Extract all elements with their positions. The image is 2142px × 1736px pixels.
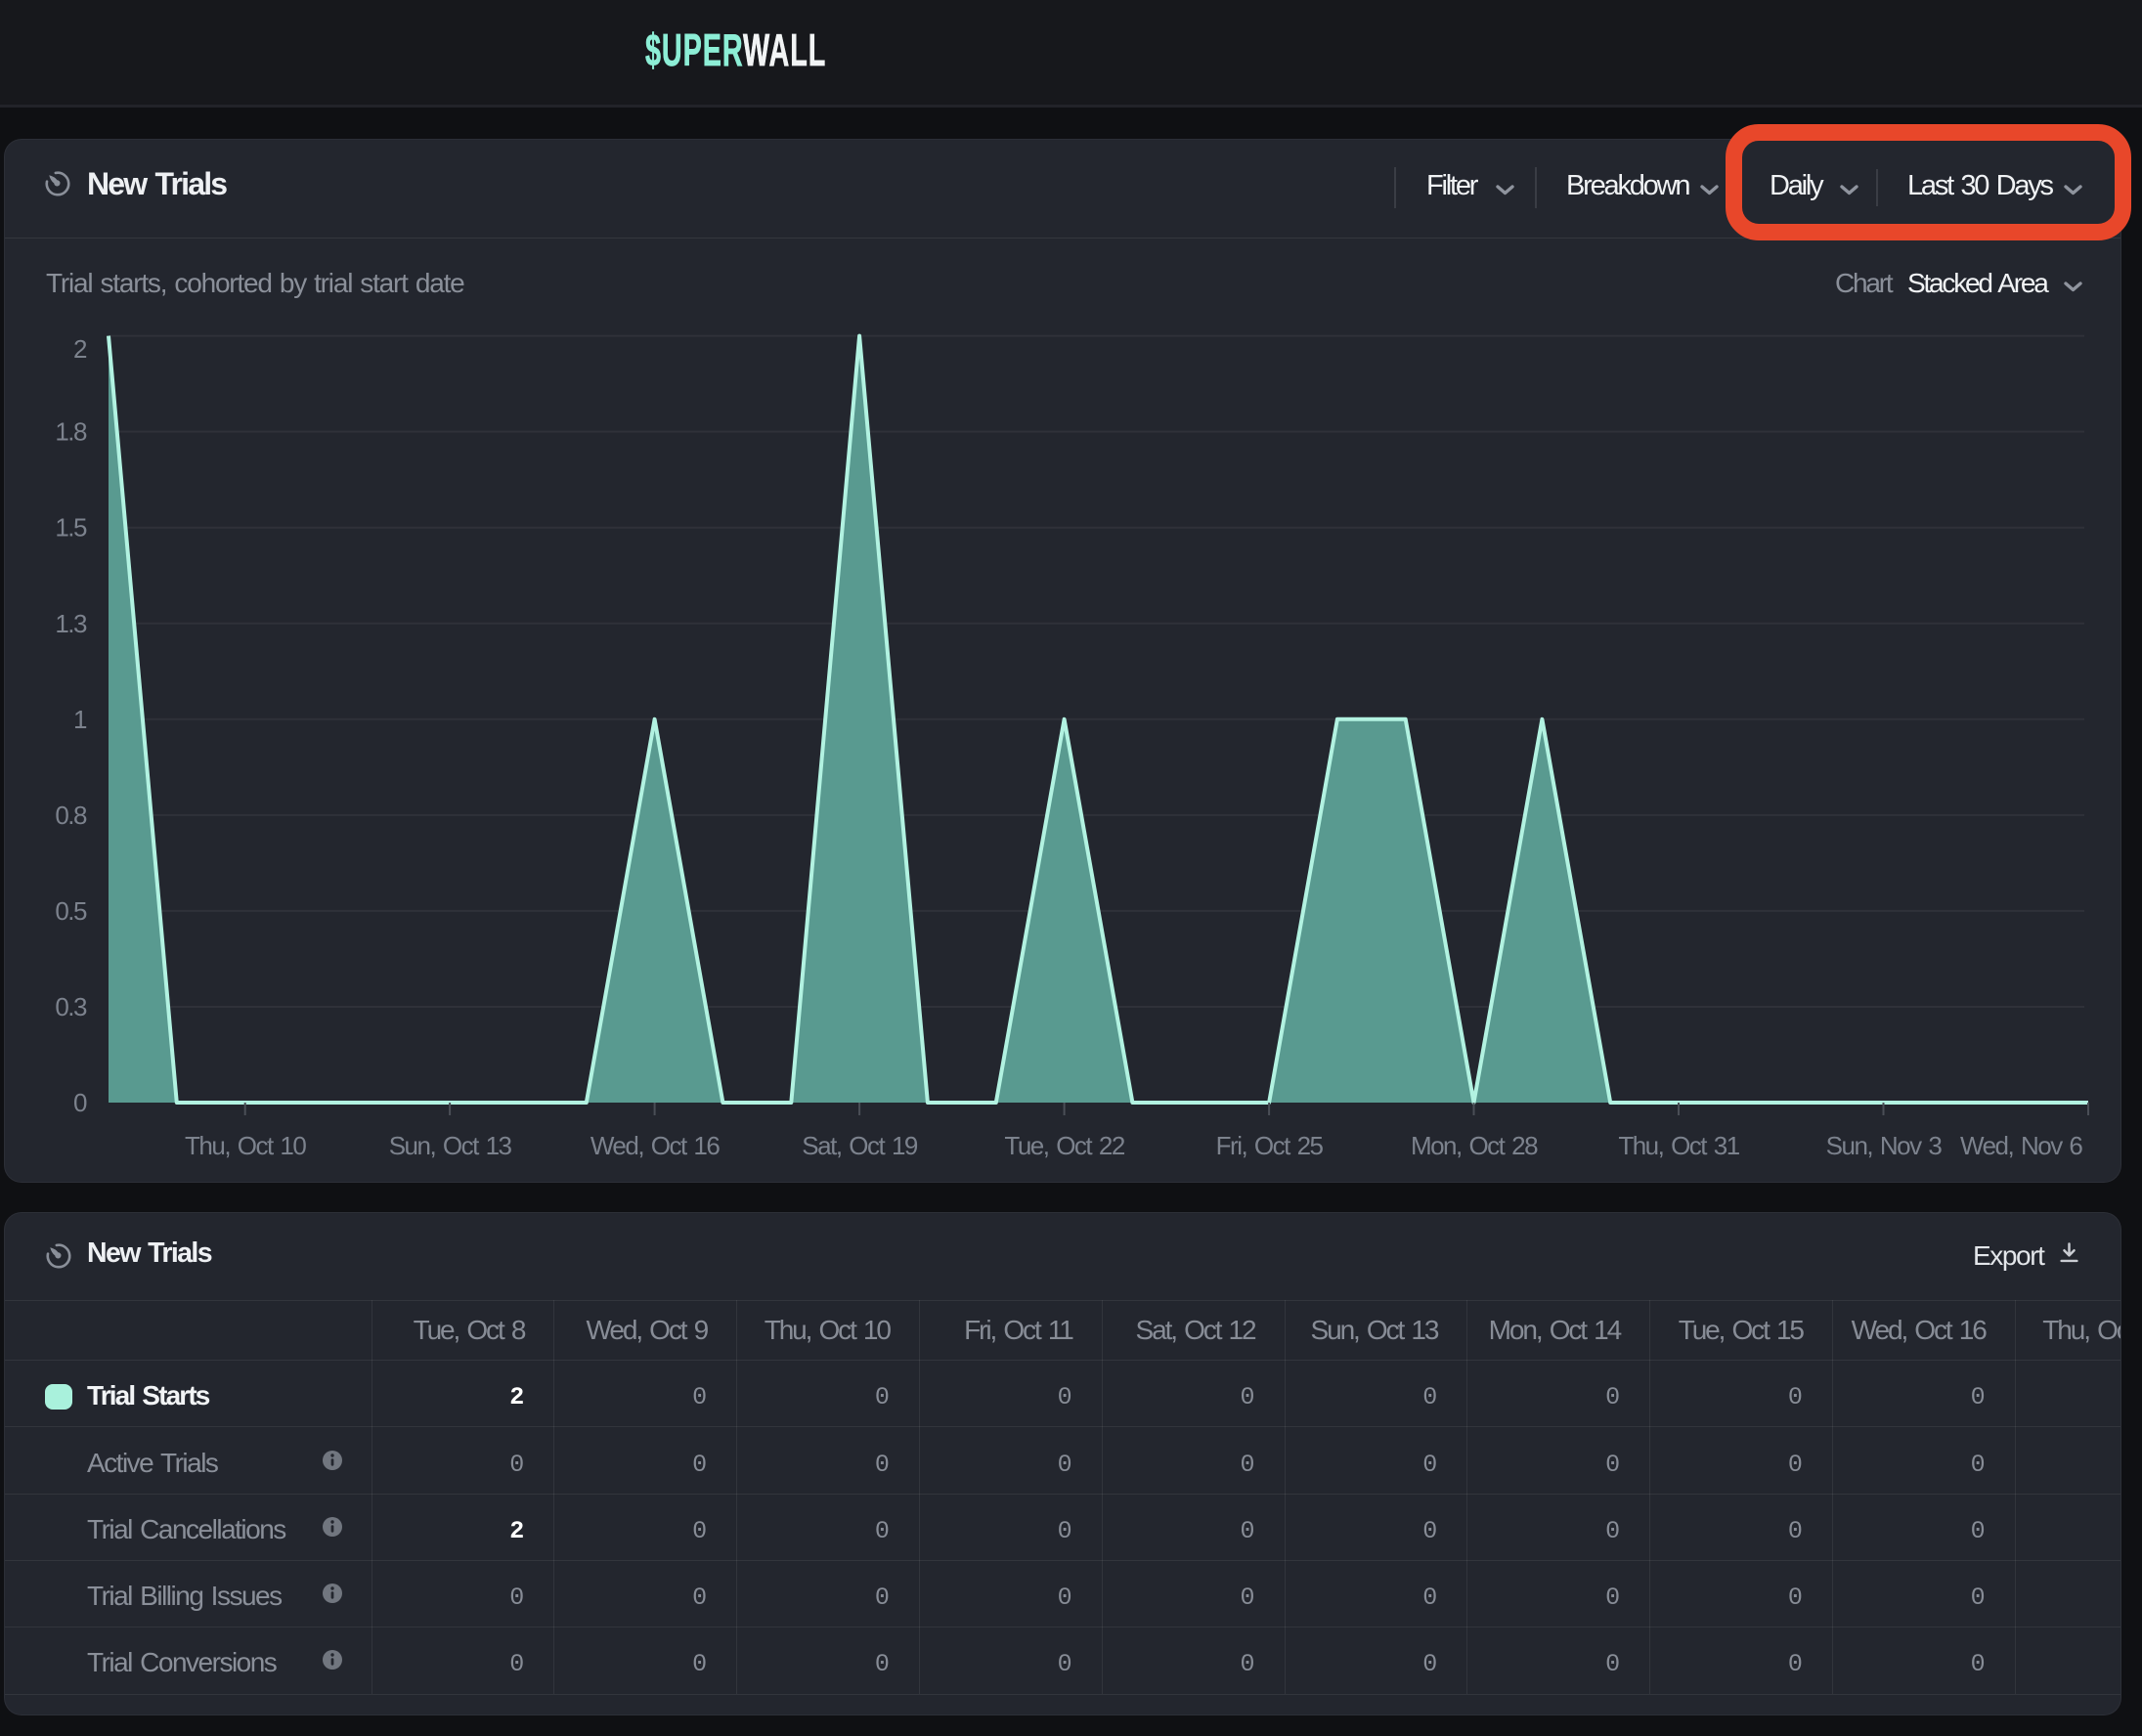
svg-text:2: 2	[73, 334, 87, 364]
svg-text:Sat, Oct 19: Sat, Oct 19	[802, 1131, 918, 1160]
svg-text:Sun, Oct 13: Sun, Oct 13	[389, 1131, 512, 1160]
svg-text:Wed, Oct 16: Wed, Oct 16	[590, 1131, 721, 1160]
svg-text:0.8: 0.8	[55, 801, 87, 830]
svg-text:Sun, Nov 3: Sun, Nov 3	[1826, 1131, 1943, 1160]
svg-text:1.5: 1.5	[55, 513, 87, 542]
svg-text:Mon, Oct 28: Mon, Oct 28	[1411, 1131, 1538, 1160]
svg-text:Tue, Oct 22: Tue, Oct 22	[1004, 1131, 1124, 1160]
svg-text:1.8: 1.8	[55, 417, 87, 447]
svg-text:Thu, Oct 31: Thu, Oct 31	[1618, 1131, 1739, 1160]
svg-text:0.5: 0.5	[55, 896, 87, 926]
svg-text:0.3: 0.3	[55, 992, 87, 1021]
svg-text:1.3: 1.3	[55, 609, 87, 638]
svg-text:Wed, Nov 6: Wed, Nov 6	[1960, 1131, 2082, 1160]
svg-text:Fri, Oct 25: Fri, Oct 25	[1216, 1131, 1324, 1160]
svg-text:Thu, Oct 10: Thu, Oct 10	[185, 1131, 306, 1160]
svg-text:0: 0	[73, 1088, 87, 1117]
svg-text:1: 1	[73, 705, 87, 734]
